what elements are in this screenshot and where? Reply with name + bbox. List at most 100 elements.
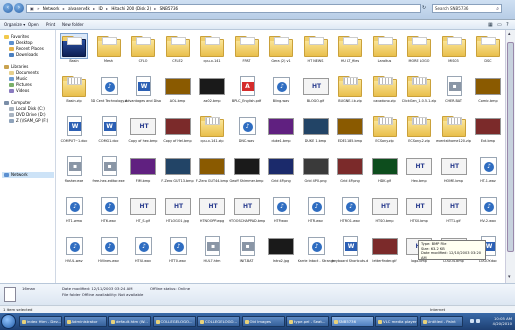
file-item[interactable]: HT HTOOSCHAPPAD.bmp — [229, 193, 265, 228]
network-tray-icon[interactable] — [470, 319, 474, 323]
file-item[interactable]: A BPLC_English.pdf — [229, 73, 265, 108]
file-item[interactable]: Grid 4P0.png — [298, 153, 334, 188]
file-item[interactable]: ECSony.zip — [367, 113, 403, 148]
scroll-up-icon[interactable]: ▴ — [508, 31, 511, 37]
file-item[interactable]: Comic.bmp — [470, 73, 505, 108]
file-item[interactable]: Ext.bmp — [470, 113, 505, 148]
vertical-scrollbar[interactable]: ▴ ▾ — [505, 30, 515, 283]
taskbar-button[interactable]: VLC media player — [375, 316, 418, 327]
file-item[interactable]: ▪ CHER.BAT — [436, 73, 472, 108]
file-item[interactable]: Basin.zip — [56, 73, 92, 108]
file-item[interactable]: Grid 4P.png — [332, 153, 368, 188]
taskbar-button[interactable]: SNB5736 — [330, 316, 374, 327]
file-item[interactable]: ▪ flasher.exe — [56, 153, 92, 188]
file-item[interactable]: ♪ HT-1.wav — [470, 153, 505, 188]
file-item[interactable]: HT Hex.bmp — [401, 153, 437, 188]
sidebar-item-downloads[interactable]: Downloads — [9, 52, 38, 58]
address-bar[interactable]: ▣ » Network ▸ alvaserv4k ▸ ID ▸ Hitachi … — [26, 4, 421, 13]
file-item[interactable]: MIS03 — [436, 33, 472, 68]
file-item[interactable]: HT Copy of hex.bmp — [125, 113, 161, 148]
taskbar-button[interactable]: Untitled - Paint — [419, 316, 463, 327]
file-item[interactable]: duke1.bmp — [263, 113, 299, 148]
file-item[interactable]: ♪ HT6.wav — [91, 193, 127, 228]
file-item[interactable]: ♪ HTIU.wav — [125, 233, 161, 268]
file-item[interactable]: W COMPUT~1.doc — [56, 113, 92, 148]
file-item[interactable]: F-Zero GUT44.bmp — [194, 153, 230, 188]
preview-pane-icon[interactable]: ▭ — [497, 22, 504, 28]
file-item[interactable]: Intro2.jpg — [263, 233, 299, 268]
file-item[interactable]: cacadono.zip — [367, 73, 403, 108]
taskbar-button[interactable]: type.pel - Seat... — [286, 316, 329, 327]
file-item[interactable]: ♪Karrie Intact - Stranger.wma — [298, 233, 334, 268]
file-item[interactable]: HT HTT1.gif — [436, 193, 472, 228]
file-item[interactable]: ax02.bmp — [194, 73, 230, 108]
file-item[interactable]: Geoff Shimmer.bmp — [229, 153, 265, 188]
breadcrumb-item[interactable]: SNB5736 — [160, 5, 178, 12]
file-item[interactable]: CFLO — [125, 33, 161, 68]
file-item[interactable]: CFLE2 — [160, 33, 196, 68]
file-item[interactable]: ♪ HV-2.wav — [470, 193, 505, 228]
file-item[interactable]: ♪ DNC.wav — [229, 113, 265, 148]
taskbar-button[interactable]: index Htm - Dev... — [19, 316, 62, 327]
breadcrumb-item[interactable]: alvaserv4k — [68, 5, 90, 12]
taskbar-button[interactable]: default.htm (W... — [108, 316, 151, 327]
file-item[interactable]: ▪ HUL7.htm — [194, 233, 230, 268]
file-item[interactable]: eventsthome120.zip — [436, 113, 472, 148]
print-button[interactable]: Print — [46, 22, 55, 28]
file-item[interactable]: ♪ HVlines.wav — [91, 233, 127, 268]
file-item[interactable]: HU LT_files — [332, 33, 368, 68]
file-item[interactable]: ♪ Bling.wav — [263, 73, 299, 108]
search-input[interactable]: Search SNB5736 ⌕ — [432, 4, 502, 13]
back-button-icon[interactable]: ‹ — [3, 3, 13, 13]
file-item[interactable]: ECSony.2.zip — [401, 113, 437, 148]
new-folder-button[interactable]: New folder — [62, 22, 84, 28]
help-icon[interactable]: ? — [506, 22, 513, 28]
taskbar-button[interactable]: COLLEGELOGO... — [152, 316, 196, 327]
file-item[interactable]: cpu-x-141 — [194, 33, 230, 68]
taskbar-button[interactable]: Old Images — [241, 316, 285, 327]
breadcrumb-item[interactable]: ID — [98, 5, 102, 12]
file-item[interactable]: MORE LOGO — [401, 33, 437, 68]
file-item[interactable]: Grid 4P.png — [263, 153, 299, 188]
file-item[interactable]: ▪ INIT.BAT — [229, 233, 265, 268]
file-item[interactable]: HT HTLOGO1.jpg — [160, 193, 196, 228]
file-item[interactable]: HT HTS0.bmp — [401, 193, 437, 228]
file-item[interactable]: HT NEWS — [298, 33, 334, 68]
forward-button-icon[interactable]: › — [14, 3, 24, 13]
file-item[interactable]: HT HOME.bmp — [436, 153, 472, 188]
file-item[interactable]: HT HT_S.gif — [125, 193, 161, 228]
file-item[interactable]: cpu-x-141.zip — [194, 113, 230, 148]
file-item[interactable]: F-Zero GUT13.bmp — [160, 153, 196, 188]
start-button[interactable] — [1, 314, 16, 329]
volume-tray-icon[interactable] — [476, 319, 480, 323]
file-item[interactable]: WAdvantages and Disadvantages of ethanol… — [125, 73, 161, 108]
file-item[interactable]: Laraltus — [367, 33, 403, 68]
file-item[interactable]: Mesh — [91, 33, 127, 68]
sidebar-network[interactable]: Network — [2, 172, 54, 178]
scrollbar-thumb[interactable] — [507, 42, 514, 252]
file-item[interactable]: ▪ free-hex-editor.exe — [91, 153, 127, 188]
file-item[interactable]: HT HTNOOPP.wpg — [194, 193, 230, 228]
file-item[interactable]: ♪ HTRO1.wav — [332, 193, 368, 228]
file-item[interactable]: ClickGen_1.0.5.1.zip — [401, 73, 437, 108]
views-icon[interactable]: ▦ — [488, 22, 495, 28]
taskbar-button[interactable]: COLLEGELOGO... — [197, 316, 240, 327]
file-item[interactable]: ♪ HT1.wma — [56, 193, 92, 228]
file-item[interactable]: FPAT — [229, 33, 265, 68]
file-item[interactable]: Wkeyboard Shortcuts.doc — [332, 233, 368, 268]
file-item[interactable]: ♪ HTT0.wav — [160, 233, 196, 268]
sidebar-item-network-drive[interactable]: Z (\\SAM_GP (F:) — [9, 118, 48, 124]
refresh-icon[interactable]: ↻ — [422, 5, 428, 11]
file-item[interactable]: HT HTSO.bmp — [367, 193, 403, 228]
sidebar-item-videos[interactable]: Videos — [9, 88, 29, 94]
organize-button[interactable]: Organize ▾ — [4, 22, 25, 28]
file-item[interactable]: DUKE 1.bmp — [298, 113, 334, 148]
breadcrumb-item[interactable]: Network — [43, 5, 60, 12]
file-item[interactable]: ♪3D Cent Technology.wma — [91, 73, 127, 108]
taskbar-button[interactable]: Administrator — [63, 316, 107, 327]
file-item[interactable]: ♪ HTR.wav — [298, 193, 334, 228]
file-item[interactable]: ♪ HVUL.wav — [56, 233, 92, 268]
file-item[interactable]: Copy of Hel.bmp — [160, 113, 196, 148]
clock[interactable]: 10:05 AM 4/20/2010 — [493, 316, 512, 326]
file-item[interactable]: letterfinder.gif — [367, 233, 403, 268]
